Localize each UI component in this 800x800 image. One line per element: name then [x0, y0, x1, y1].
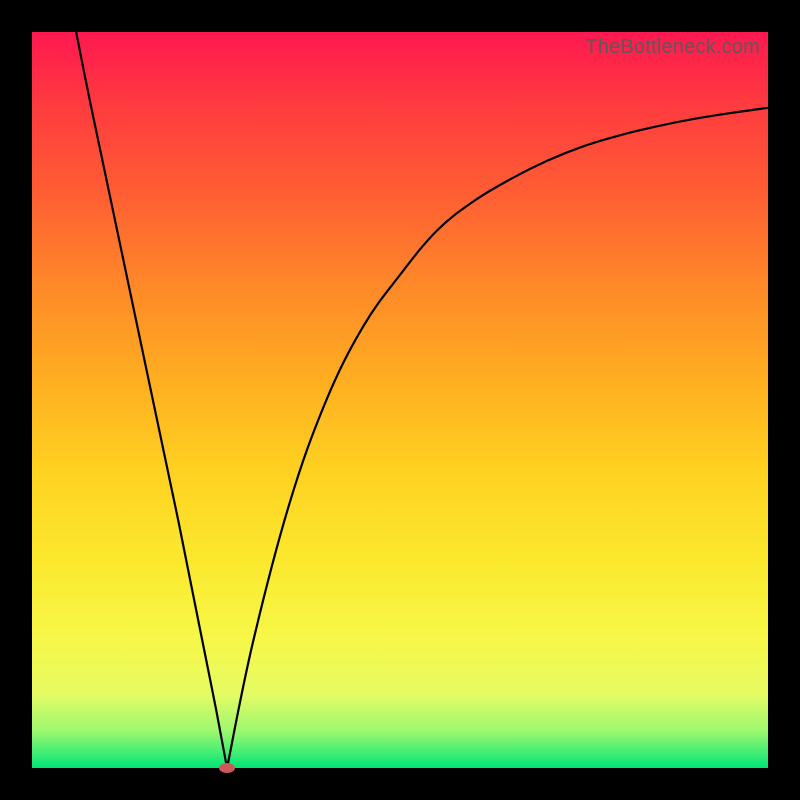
minimum-marker-icon [219, 763, 235, 773]
chart-plot-area: TheBottleneck.com [32, 32, 768, 768]
watermark-text: TheBottleneck.com [585, 36, 760, 59]
bottleneck-curve [32, 32, 768, 768]
